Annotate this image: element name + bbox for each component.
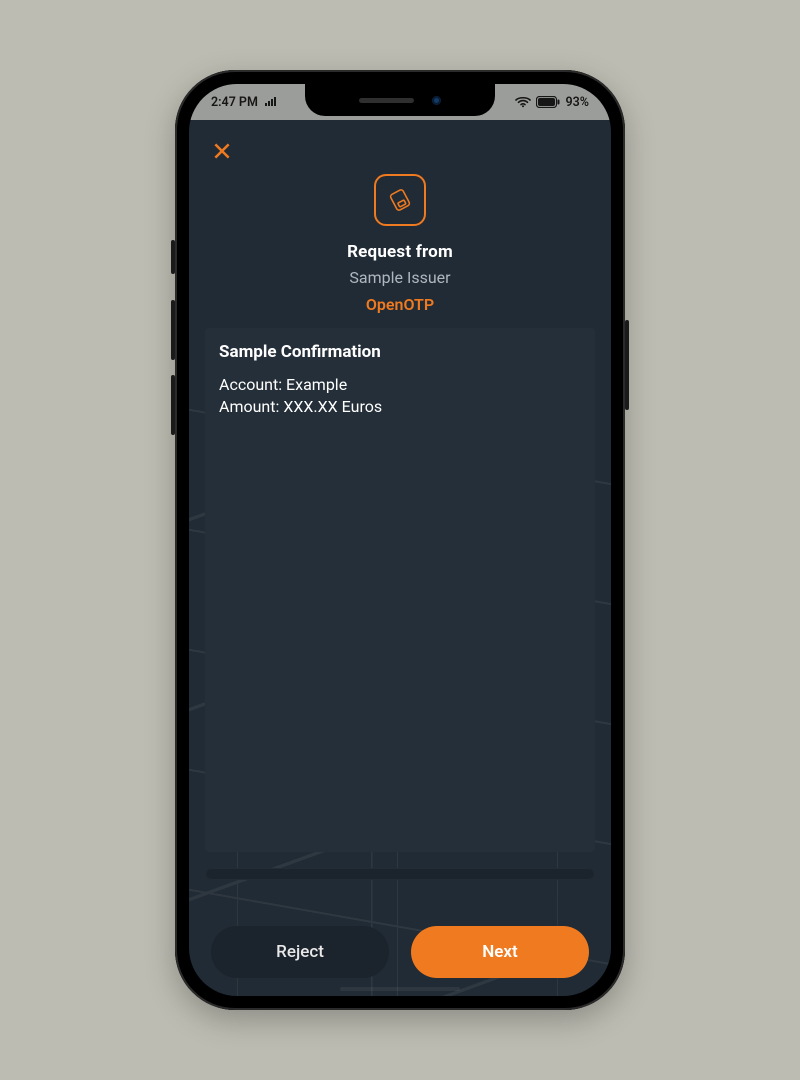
request-product: OpenOTP [366, 295, 434, 314]
phone-side-button [171, 240, 175, 274]
phone-frame: 2:47 PM 93% [175, 70, 625, 1010]
signal-icon [265, 95, 278, 110]
next-label: Next [482, 942, 518, 962]
phone-speaker [359, 98, 414, 103]
close-button[interactable] [205, 134, 239, 168]
confirmation-card: Sample Confirmation Account: Example Amo… [205, 328, 595, 852]
confirmation-line-amount: Amount: XXX.XX Euros [219, 397, 382, 416]
next-button[interactable]: Next [411, 926, 589, 978]
confirmation-title: Sample Confirmation [219, 342, 581, 362]
reject-button[interactable]: Reject [211, 926, 389, 978]
wifi-icon [515, 96, 531, 108]
battery-icon [536, 96, 560, 108]
progress-bar [205, 868, 595, 880]
confirmation-line-account: Account: Example [219, 375, 347, 394]
phone-side-button [625, 320, 629, 410]
action-bar: Reject Next [205, 926, 595, 978]
home-indicator [340, 987, 460, 991]
request-issuer: Sample Issuer [349, 268, 450, 287]
request-card-icon [374, 174, 426, 226]
status-time: 2:47 PM [211, 95, 258, 110]
app-container: Request from Sample Issuer OpenOTP Sampl… [189, 120, 611, 996]
battery-percentage: 93% [565, 95, 589, 110]
phone-side-button [171, 375, 175, 435]
request-title: Request from [347, 242, 453, 262]
request-header: Request from Sample Issuer OpenOTP [205, 174, 595, 314]
phone-camera [432, 96, 441, 105]
phone-screen: 2:47 PM 93% [189, 84, 611, 996]
phone-notch [305, 84, 495, 116]
reject-label: Reject [276, 942, 324, 962]
phone-side-button [171, 300, 175, 360]
